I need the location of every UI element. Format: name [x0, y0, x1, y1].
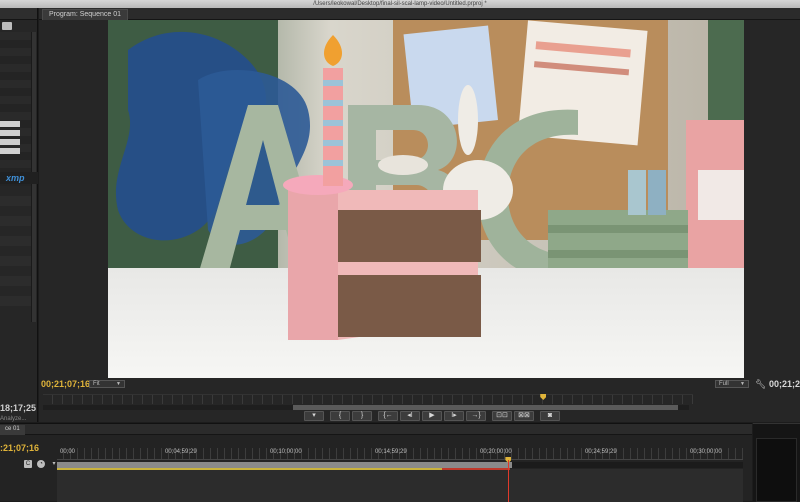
timeline-tools: C ◔ ▾	[24, 460, 58, 468]
go-to-in-icon: {←	[383, 412, 393, 419]
program-duration-timecode: 00;21;22	[769, 379, 800, 389]
program-monitor-tabbar: Program: Sequence 01	[39, 8, 800, 20]
audio-meters	[756, 438, 797, 502]
ruler-label: 00;30;00;00	[690, 449, 722, 455]
left-panel-toolbar	[0, 21, 38, 31]
program-current-timecode[interactable]: 00;21;07;16	[41, 379, 90, 389]
video-frame-image	[108, 20, 744, 378]
step-back-icon: ◂I	[407, 412, 413, 419]
timeline-ruler[interactable]: 00;00 00;04;59;29 00;10;00;00 00;14;59;29 00…	[57, 448, 743, 460]
left-panel: xmp 18;17;25 Analyze...	[0, 8, 38, 422]
tab-sequence[interactable]: ce 01	[0, 425, 25, 435]
ruler-label: 00;00	[60, 449, 76, 455]
snap-icon[interactable]: C	[24, 460, 32, 468]
extract-icon: ⊠⊠	[518, 412, 530, 419]
window-title: /Users/leokowal/Desktop/final-sil-scal-l…	[313, 1, 487, 7]
left-panel-lower-list	[0, 186, 31, 306]
ruler-label: 00;20;00;00	[480, 449, 512, 455]
xmp-logo-icon: xmp	[6, 173, 25, 183]
zoom-dropdown[interactable]: Fit ▼	[89, 380, 125, 388]
video-frame	[108, 20, 744, 378]
program-monitor: Program: Sequence 01 00;21;07;16 Fit ▼ F…	[39, 8, 800, 422]
mark-out-button[interactable]: }	[352, 411, 372, 421]
monitor-controls-row: 00;21;07;16 Fit ▼ Full ▼ 🔧︎ 00;21;22	[39, 379, 800, 389]
go-to-in-button[interactable]: {←	[378, 411, 398, 421]
metadata-field[interactable]	[0, 148, 20, 154]
chevron-down-icon: ▼	[116, 381, 121, 387]
metadata-field[interactable]	[0, 121, 20, 127]
go-to-out-icon: →}	[471, 412, 481, 419]
metadata-field[interactable]	[0, 130, 20, 136]
play-icon: ▶	[429, 412, 435, 419]
panel-menu-button[interactable]	[2, 22, 12, 30]
program-mini-ruler[interactable]	[43, 394, 693, 404]
extract-button[interactable]: ⊠⊠	[514, 411, 534, 421]
video-track[interactable]	[57, 469, 743, 502]
step-back-button[interactable]: ◂I	[400, 411, 420, 421]
ruler-label: 00;10;00;00	[270, 449, 302, 455]
add-marker-button[interactable]: ▾	[304, 411, 324, 421]
quality-dropdown[interactable]: Full ▼	[715, 380, 749, 388]
window-titlebar: /Users/leokowal/Desktop/final-sil-scal-l…	[0, 0, 800, 8]
ruler-label: 00;14;59;29	[375, 449, 407, 455]
play-button[interactable]: ▶	[422, 411, 442, 421]
program-zoom-scrollbar-thumb[interactable]	[293, 405, 678, 410]
ruler-label: 00;24;59;29	[585, 449, 617, 455]
source-timecode[interactable]: 18;17;25	[0, 403, 36, 413]
mark-out-icon: }	[360, 412, 364, 419]
metadata-field[interactable]	[0, 139, 20, 145]
zoom-value: Fit	[93, 381, 100, 387]
ruler-label: 00;04;59;29	[165, 449, 197, 455]
linked-selection-icon[interactable]: ◔	[37, 460, 45, 468]
step-forward-icon: I▸	[451, 412, 457, 419]
go-to-out-button[interactable]: →}	[466, 411, 486, 421]
lift-icon: ⊡⊡	[496, 412, 508, 419]
analyze-tab[interactable]: Analyze...	[0, 416, 38, 422]
program-zoom-scrollbar[interactable]	[43, 405, 689, 410]
quality-value: Full	[719, 381, 729, 387]
timeline-current-timecode[interactable]: :21;07;16	[0, 443, 39, 453]
step-forward-button[interactable]: I▸	[444, 411, 464, 421]
mark-in-button[interactable]: {	[330, 411, 350, 421]
lift-button[interactable]: ⊡⊡	[492, 411, 512, 421]
wrench-icon[interactable]: 🔧︎	[755, 379, 766, 390]
timeline-playhead-line	[508, 460, 510, 502]
left-panel-tabstrip	[0, 8, 37, 20]
timeline-panel: ce 01 :21;07;16 C ◔ ▾ 00;00 00;04;59;29 00…	[0, 423, 752, 502]
render-bar-rendered	[57, 468, 442, 470]
transport-controls: ▾ {} {← ◂I ▶ I▸ →} ⊡⊡ ⊠⊠ ◙	[304, 411, 560, 421]
mark-in-icon: {	[338, 412, 342, 419]
chevron-down-icon: ▼	[740, 381, 745, 387]
xmp-row: xmp	[0, 172, 38, 184]
camera-icon: ◙	[547, 412, 553, 419]
render-bar-unrendered	[442, 468, 510, 470]
marker-icon: ▾	[312, 412, 316, 419]
audio-meters-panel	[753, 423, 800, 502]
export-frame-button[interactable]: ◙	[540, 411, 560, 421]
timeline-tabbar: ce 01	[0, 424, 752, 435]
tab-program-sequence[interactable]: Program: Sequence 01	[42, 9, 128, 20]
